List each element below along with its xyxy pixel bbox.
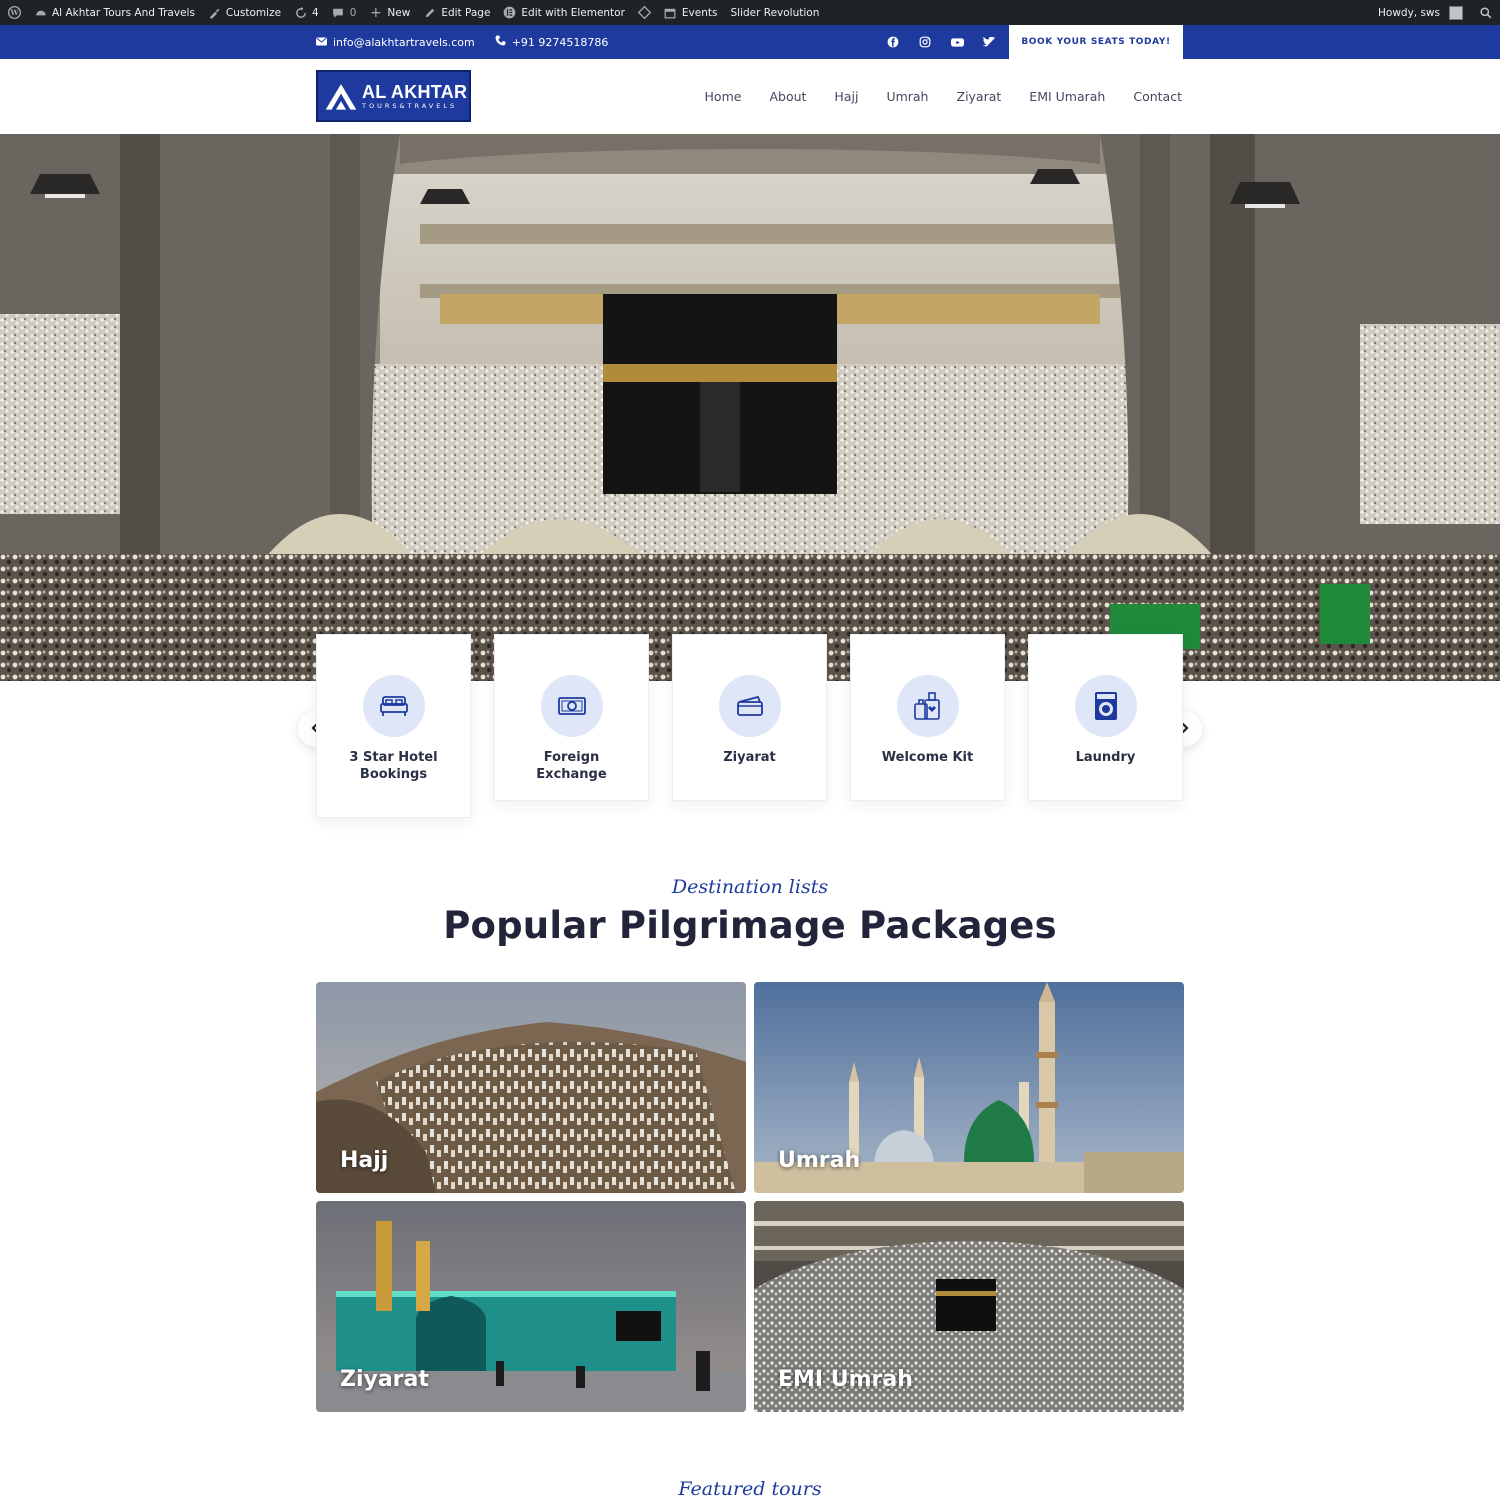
nav-ziyarat[interactable]: Ziyarat <box>957 89 1002 104</box>
nav-emi-umarah[interactable]: EMI Umarah <box>1029 89 1105 104</box>
diamond-icon <box>637 6 651 19</box>
elementor-label: Edit with Elementor <box>521 6 625 19</box>
howdy-text: Howdy, sws <box>1378 6 1440 19</box>
search-icon <box>1479 6 1492 19</box>
destination-script-label: Destination lists <box>671 876 829 898</box>
twitter-icon[interactable] <box>982 35 996 49</box>
new-content-link[interactable]: + New <box>369 4 411 21</box>
book-seats-button[interactable]: BOOK YOUR SEATS TODAY! <box>1009 25 1183 59</box>
slider-revolution-link[interactable]: Slider Revolution <box>730 7 819 19</box>
featured-script-label: Featured tours <box>678 1478 822 1500</box>
customize-label: Customize <box>225 6 282 19</box>
service-icon-circle <box>896 675 959 737</box>
account-menu[interactable]: Howdy, sws <box>1378 5 1463 20</box>
updates-link[interactable]: 4 <box>294 6 319 19</box>
service-icon-circle <box>718 675 781 737</box>
service-label: Welcome Kit <box>881 750 974 765</box>
wallet-icon <box>736 695 763 716</box>
service-icon-circle <box>540 675 603 737</box>
services-carousel: 3 Star Hotel Bookings Foreign Exchange Z… <box>316 634 1184 819</box>
package-tile-emi-umrah[interactable]: EMI Umrah <box>754 1201 1184 1412</box>
service-card[interactable]: Welcome Kit <box>850 634 1005 801</box>
comments-link[interactable]: 0 <box>332 6 357 19</box>
refresh-icon <box>294 6 307 19</box>
admin-search[interactable] <box>1479 6 1492 19</box>
section-title: Popular Pilgrimage Packages <box>443 904 1057 947</box>
phone-text: +91 9274518786 <box>511 35 609 49</box>
service-card[interactable]: Ziyarat <box>672 634 827 801</box>
avatar <box>1449 5 1463 20</box>
nav-hajj[interactable]: Hajj <box>834 89 858 104</box>
package-tile-umrah[interactable]: Umrah <box>754 982 1184 1193</box>
plus-icon: + <box>370 4 382 21</box>
diamond-link[interactable] <box>637 6 651 19</box>
nav-about[interactable]: About <box>769 89 806 104</box>
nav-home[interactable]: Home <box>705 89 742 104</box>
new-label: New <box>387 6 411 19</box>
package-label: Ziyarat <box>340 1367 429 1392</box>
phone-icon <box>495 35 506 49</box>
svg-text:W: W <box>9 8 19 17</box>
service-card[interactable]: Foreign Exchange <box>494 634 649 801</box>
site-name: Al Akhtar Tours And Travels <box>52 6 195 19</box>
phone-link[interactable]: +91 9274518786 <box>495 35 609 49</box>
pencil-icon <box>423 6 436 19</box>
youtube-icon[interactable] <box>950 35 964 49</box>
service-label: Ziyarat <box>723 750 776 765</box>
events-link[interactable]: Events <box>664 6 718 19</box>
service-card[interactable]: 3 Star Hotel Bookings <box>316 634 471 818</box>
calendar-icon <box>664 6 677 19</box>
facebook-icon[interactable] <box>886 35 900 49</box>
email-text: info@alakhtartravels.com <box>333 35 475 49</box>
service-label: Foreign Exchange <box>536 750 607 782</box>
package-label: Hajj <box>340 1148 389 1173</box>
wp-admin-bar: W Al Akhtar Tours And Travels Customize … <box>0 0 1500 25</box>
email-link[interactable]: info@alakhtartravels.com <box>316 36 475 49</box>
site-logo[interactable]: AL AKHTAR TOURS&TRAVELS <box>316 70 471 122</box>
hero-image <box>0 134 1500 681</box>
elementor-link[interactable]: Edit with Elementor <box>503 6 625 19</box>
dashboard-icon <box>34 6 47 19</box>
admin-site-link[interactable]: Al Akhtar Tours And Travels <box>34 6 195 19</box>
contact-info: info@alakhtartravels.com +91 9274518786 <box>316 25 608 59</box>
logo-subtitle: TOURS&TRAVELS <box>362 101 458 110</box>
site-header: AL AKHTAR TOURS&TRAVELS Home About Hajj … <box>0 59 1500 134</box>
washing-machine-icon <box>1094 692 1117 720</box>
instagram-icon[interactable] <box>918 35 932 49</box>
brush-icon <box>208 6 221 19</box>
updates-count: 4 <box>312 6 319 19</box>
package-tile-ziyarat[interactable]: Ziyarat <box>316 1201 746 1412</box>
service-icon-circle <box>362 675 425 737</box>
wordpress-icon: W <box>8 6 21 19</box>
luggage-icon <box>913 692 940 720</box>
nav-contact[interactable]: Contact <box>1133 89 1182 104</box>
service-label: 3 Star Hotel Bookings <box>349 750 438 782</box>
logo-mark-icon <box>325 84 357 110</box>
top-contact-bar: info@alakhtartravels.com +91 9274518786 … <box>0 25 1500 59</box>
wordpress-menu[interactable]: W <box>8 6 21 19</box>
service-card[interactable]: Laundry <box>1028 634 1183 801</box>
package-label: EMI Umrah <box>778 1367 913 1392</box>
social-links <box>886 25 996 59</box>
envelope-icon <box>316 36 327 49</box>
comments-count: 0 <box>349 6 357 19</box>
money-icon <box>557 697 586 715</box>
edit-page-link[interactable]: Edit Page <box>423 6 490 19</box>
events-label: Events <box>681 6 718 19</box>
main-nav: Home About Hajj Umrah Ziyarat EMI Umarah… <box>705 59 1182 134</box>
service-icon-circle <box>1074 675 1137 737</box>
bed-icon <box>379 696 408 716</box>
edit-page-label: Edit Page <box>441 6 491 19</box>
logo-title: AL AKHTAR <box>362 81 468 102</box>
comment-icon <box>332 6 345 19</box>
nav-umrah[interactable]: Umrah <box>886 89 928 104</box>
customize-link[interactable]: Customize <box>208 6 281 19</box>
package-tile-hajj[interactable]: Hajj <box>316 982 746 1193</box>
elementor-icon <box>503 6 516 19</box>
package-label: Umrah <box>778 1148 861 1173</box>
service-label: Laundry <box>1075 750 1136 765</box>
slider-revolution-label: Slider Revolution <box>730 6 820 19</box>
